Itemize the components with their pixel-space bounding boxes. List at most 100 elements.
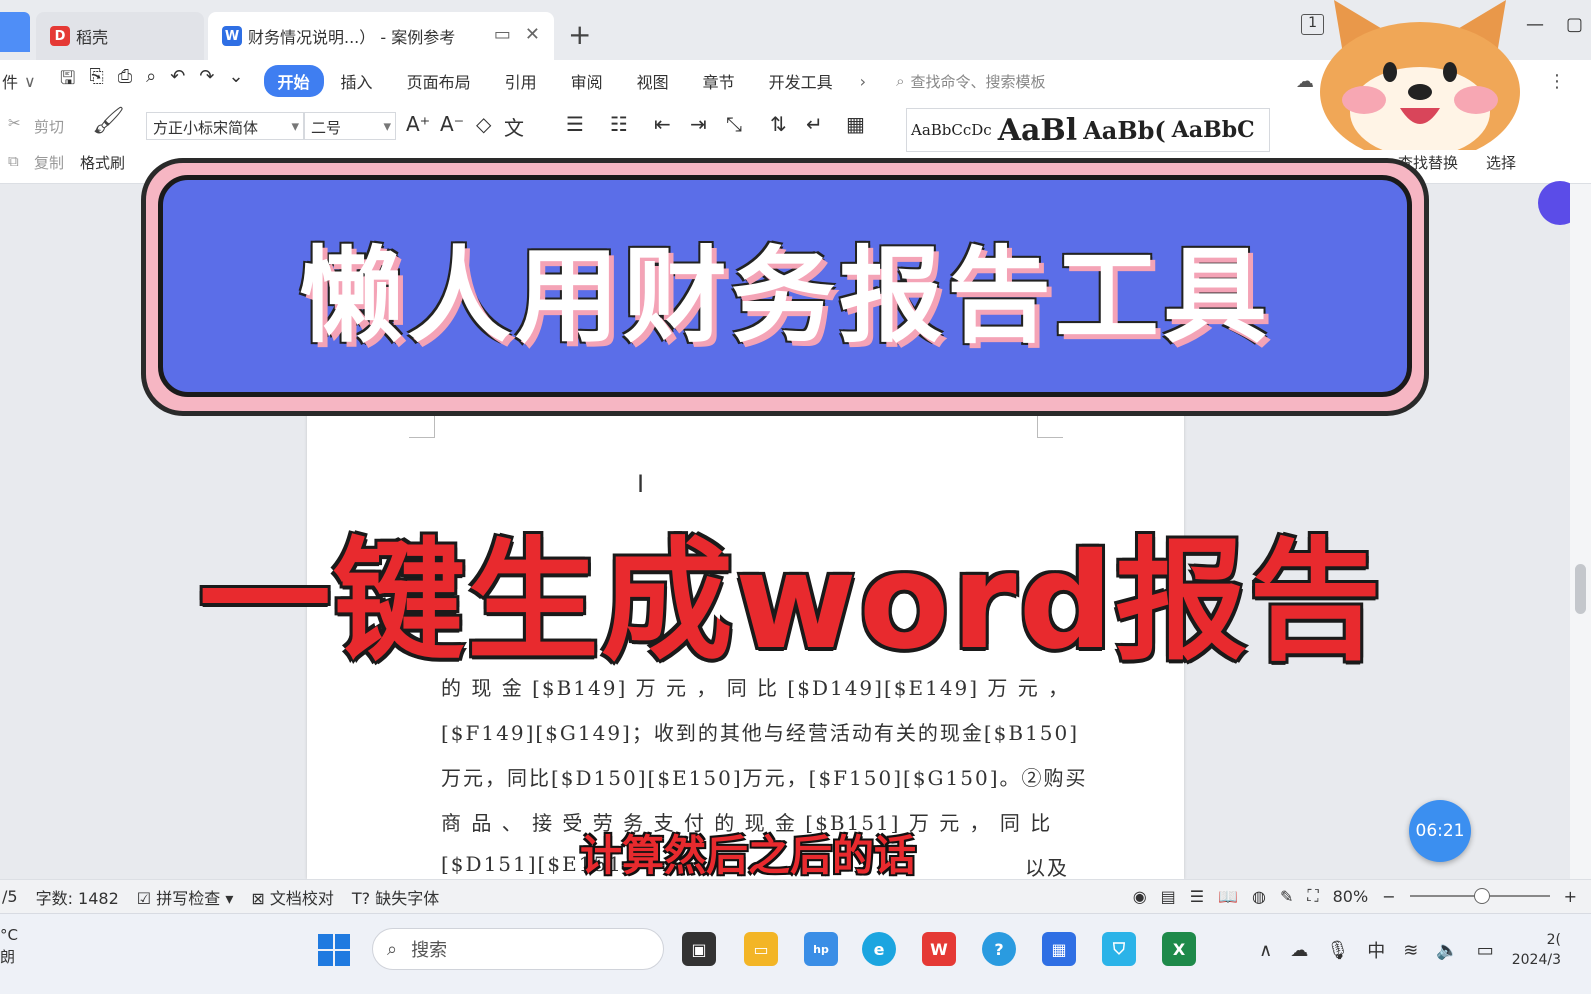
chevron-up-icon[interactable]: ∧: [1259, 940, 1272, 961]
grow-font-icon[interactable]: A⁺: [406, 112, 430, 136]
recording-timer[interactable]: 06:21: [1409, 800, 1471, 862]
home-tab[interactable]: [0, 12, 30, 52]
outline-view-icon[interactable]: ☰: [1190, 887, 1204, 906]
command-search[interactable]: ⌕ 查找命令、搜索模板: [896, 71, 1045, 92]
file-explorer-icon[interactable]: ▭: [744, 932, 778, 966]
ime-indicator[interactable]: 中: [1367, 937, 1385, 963]
redo-icon[interactable]: ↷: [199, 66, 214, 96]
file-menu[interactable]: 件: [2, 69, 18, 93]
spell-check-button[interactable]: ☑ 拼写检查 ▾: [137, 885, 234, 909]
zoom-level[interactable]: 80%: [1333, 887, 1369, 906]
paragraph-mark-icon[interactable]: ↵: [806, 112, 823, 136]
tab-review[interactable]: 审阅: [554, 65, 620, 97]
window-icon[interactable]: ▭: [494, 24, 511, 45]
hp-app-icon[interactable]: hp: [804, 932, 838, 966]
tab-developer[interactable]: 开发工具: [752, 65, 850, 97]
style-heading2[interactable]: AaBb(: [1083, 116, 1166, 145]
eye-icon[interactable]: ◉: [1133, 887, 1147, 906]
copy-button[interactable]: 复制: [34, 152, 64, 173]
preview-icon[interactable]: ⌕: [146, 66, 156, 96]
web-view-icon[interactable]: ◍: [1252, 887, 1266, 906]
tab-view[interactable]: 视图: [620, 65, 686, 97]
minimize-button[interactable]: —: [1526, 14, 1544, 35]
zoom-slider[interactable]: [1409, 888, 1550, 904]
select-button[interactable]: 选择: [1486, 152, 1516, 173]
wps-office-icon[interactable]: W: [922, 932, 956, 966]
cut-icon[interactable]: ✂: [8, 114, 21, 132]
zoom-in-button[interactable]: +: [1564, 887, 1577, 906]
taskbar-search-placeholder: 搜索: [411, 940, 448, 961]
shrink-font-icon[interactable]: A⁻: [440, 112, 464, 136]
chevron-down-icon: ▾: [383, 117, 391, 135]
microphone-icon[interactable]: 🎙: [1326, 940, 1349, 961]
style-heading1[interactable]: AaBl: [998, 113, 1077, 148]
font-size-select[interactable]: 二号 ▾: [304, 112, 396, 140]
phonetic-icon[interactable]: 文: [504, 112, 524, 141]
edge-browser-icon[interactable]: e: [862, 932, 896, 966]
weather-widget[interactable]: °C 朗: [0, 924, 18, 968]
windows-start-icon[interactable]: [318, 934, 350, 966]
speaker-icon[interactable]: 🔈: [1436, 940, 1458, 961]
zoom-out-button[interactable]: −: [1382, 887, 1395, 906]
battery-icon[interactable]: ▭: [1477, 940, 1494, 961]
clear-format-icon[interactable]: ◇: [476, 112, 491, 136]
increase-indent-icon[interactable]: ⇥: [690, 112, 707, 136]
style-heading3[interactable]: AaBbC: [1172, 117, 1255, 143]
doc-proof-button[interactable]: ⊠ 文档校对: [251, 885, 334, 909]
security-shield-icon[interactable]: ⛉: [1102, 932, 1136, 966]
decrease-indent-icon[interactable]: ⇤: [654, 112, 671, 136]
spell-check-label: 拼写检查: [156, 888, 221, 908]
more-tabs-icon[interactable]: ›: [860, 72, 866, 91]
onedrive-icon[interactable]: ☁: [1290, 940, 1308, 961]
number-list-icon[interactable]: ☷: [610, 112, 628, 136]
page-view-icon[interactable]: ▤: [1161, 887, 1176, 906]
missing-font-button[interactable]: T? 缺失字体: [352, 885, 439, 909]
style-normal[interactable]: AaBbCcDc: [911, 121, 992, 139]
vertical-scrollbar[interactable]: [1570, 184, 1591, 879]
format-painter-button[interactable]: 格式刷: [80, 152, 125, 173]
assistant-bubble-icon[interactable]: [1530, 178, 1570, 228]
cut-button[interactable]: 剪切: [34, 116, 64, 137]
page-status[interactable]: /5: [2, 887, 18, 906]
copy-icon[interactable]: ⧉: [8, 152, 19, 170]
task-view-icon[interactable]: ▣: [682, 932, 716, 966]
cloud-icon[interactable]: ☁: [1296, 71, 1314, 92]
tab-document[interactable]: W 财务情况说明...） - 案例参考 ▭ ✕: [208, 12, 554, 60]
new-tab-button[interactable]: +: [568, 18, 591, 51]
store-icon[interactable]: ▦: [1042, 932, 1076, 966]
chevron-down-icon[interactable]: ∨: [24, 72, 36, 91]
undo-icon[interactable]: ↶: [170, 66, 185, 96]
export-icon[interactable]: ⎘: [89, 66, 103, 96]
close-tab-icon[interactable]: ✕: [525, 24, 540, 45]
tab-insert[interactable]: 插入: [324, 65, 390, 97]
style-gallery[interactable]: AaBbCcDc AaBl AaBb( AaBbC: [906, 108, 1270, 152]
fit-icon[interactable]: ⛶: [1307, 886, 1318, 906]
maximize-button[interactable]: ▢: [1566, 14, 1583, 35]
tab-page-layout[interactable]: 页面布局: [390, 65, 488, 97]
tab-home[interactable]: 开始: [263, 65, 324, 97]
clock[interactable]: 2( 2024/3: [1512, 930, 1561, 970]
tab-chapter[interactable]: 章节: [686, 65, 752, 97]
zoom-slider-knob[interactable]: [1473, 888, 1490, 904]
wifi-icon[interactable]: ≋: [1403, 940, 1418, 961]
more-options-icon[interactable]: ⋮: [1548, 71, 1566, 92]
text-direction-icon[interactable]: ⤡: [726, 112, 742, 136]
pen-icon[interactable]: ✎: [1280, 887, 1293, 906]
font-name-select[interactable]: 方正小标宋简体 ▾: [146, 112, 304, 140]
print-icon[interactable]: ⎙: [118, 66, 132, 96]
table-icon[interactable]: ▦: [846, 112, 865, 136]
tab-references[interactable]: 引用: [488, 65, 554, 97]
save-icon[interactable]: 🖫: [60, 66, 75, 96]
bullet-list-icon[interactable]: ☰: [566, 112, 584, 136]
sort-icon[interactable]: ⇅: [770, 112, 787, 136]
tab-docer[interactable]: D 稻壳: [36, 12, 204, 60]
help-app-icon[interactable]: ?: [982, 932, 1016, 966]
scrollbar-thumb[interactable]: [1575, 564, 1586, 614]
status-bar: /5 字数: 1482 ☑ 拼写检查 ▾ ⊠ 文档校对 T? 缺失字体 ◉ ▤ …: [0, 879, 1591, 913]
read-view-icon[interactable]: 📖: [1218, 887, 1238, 906]
taskbar-search[interactable]: ⌕ 搜索: [372, 928, 664, 970]
more-icon[interactable]: ⌄: [228, 66, 243, 96]
excel-icon[interactable]: X: [1162, 932, 1196, 966]
word-count[interactable]: 字数: 1482: [36, 885, 119, 909]
brush-icon[interactable]: 🖌: [92, 106, 125, 136]
